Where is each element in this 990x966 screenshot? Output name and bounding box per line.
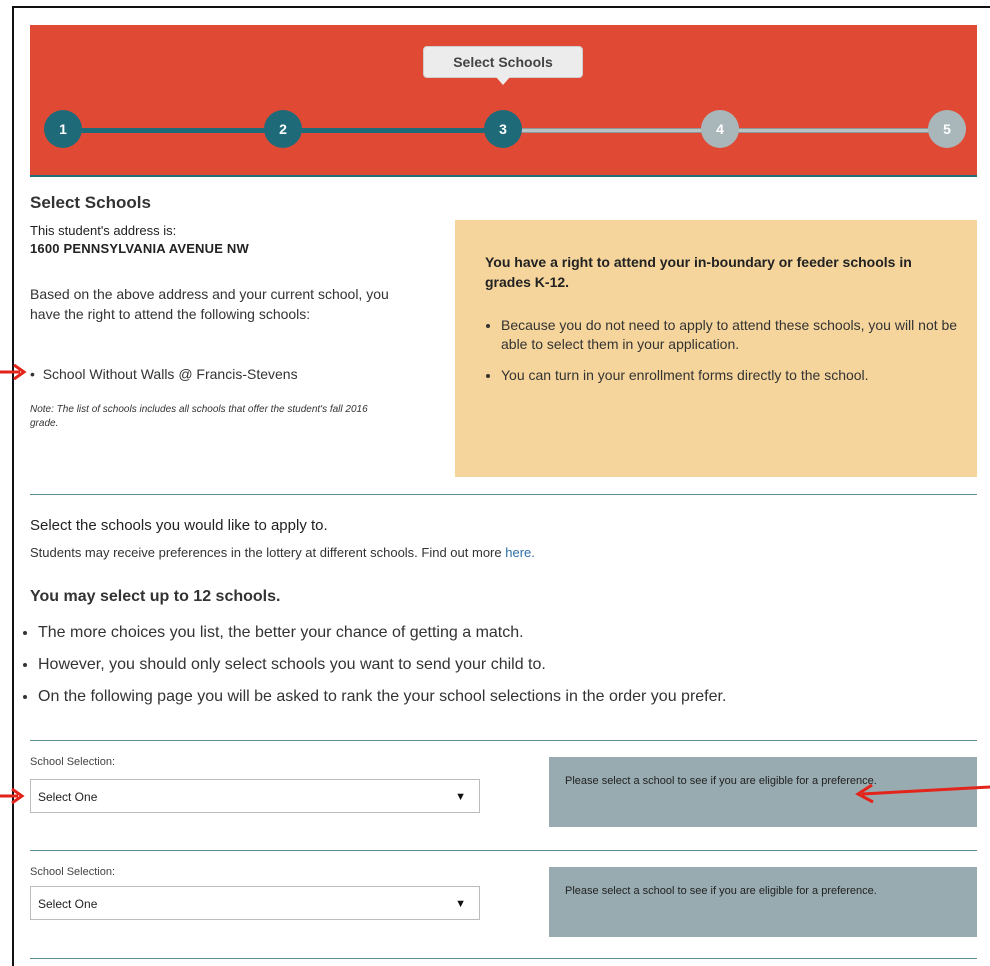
- in-boundary-school-item: • School Without Walls @ Francis-Stevens: [30, 366, 298, 382]
- school-list-note: Note: The list of schools includes all s…: [30, 404, 368, 429]
- rights-info-box: You have a right to attend your in-bound…: [455, 220, 977, 477]
- annotation-arrow-icon: [855, 783, 990, 804]
- preferences-info: Students may receive preferences in the …: [30, 545, 535, 560]
- rights-bullets: Because you do not need to apply to atte…: [481, 316, 961, 397]
- rights-bullet: Because you do not need to apply to atte…: [501, 316, 961, 354]
- school-selection-dropdown-2[interactable]: Select One ▼: [30, 886, 480, 920]
- dropdown-caret-icon: ▼: [455, 791, 466, 803]
- student-address: 1600 PENNSYLVANIA AVENUE NW: [30, 241, 249, 256]
- step-4: 4: [701, 110, 739, 148]
- annotation-arrow-icon: [0, 787, 25, 805]
- step-3[interactable]: 3: [484, 110, 522, 148]
- apply-title: Select the schools you would like to app…: [30, 517, 328, 534]
- preferences-text: Students may receive preferences in the …: [30, 545, 506, 560]
- selection-tips: The more choices you list, the better yo…: [18, 622, 990, 718]
- school-selection-label: School Selection:: [30, 756, 115, 768]
- section-divider: [30, 494, 977, 495]
- preferences-link[interactable]: here.: [505, 545, 535, 560]
- school-selection-dropdown-1[interactable]: Select One ▼: [30, 779, 480, 813]
- dropdown-caret-icon: ▼: [455, 898, 466, 910]
- section-divider: [30, 850, 977, 851]
- tip-item: On the following page you will be asked …: [38, 686, 990, 708]
- rights-bullet: You can turn in your enrollment forms di…: [501, 366, 961, 385]
- right-to-attend-text: Based on the above address and your curr…: [30, 286, 389, 322]
- address-label: This student's address is:: [30, 223, 177, 238]
- section-divider: [30, 958, 977, 959]
- section-title: Select Schools: [30, 193, 151, 212]
- dropdown-value: Select One: [38, 790, 98, 804]
- tip-item: The more choices you list, the better yo…: [38, 622, 990, 644]
- step-1[interactable]: 1: [44, 110, 82, 148]
- progress-header: Select Schools 1 2 3 4 5: [30, 25, 977, 177]
- current-step-tooltip: Select Schools: [423, 46, 583, 85]
- section-divider: [30, 740, 977, 741]
- tip-item: However, you should only select schools …: [38, 654, 990, 676]
- preference-eligibility-box-2: Please select a school to see if you are…: [549, 867, 977, 937]
- school-selection-label: School Selection:: [30, 866, 115, 878]
- annotation-arrow-icon: [0, 363, 27, 381]
- in-boundary-school-name: School Without Walls @ Francis-Stevens: [42, 366, 298, 382]
- step-2[interactable]: 2: [264, 110, 302, 148]
- bullet-icon: •: [30, 366, 43, 382]
- selection-limit-title: You may select up to 12 schools.: [30, 588, 281, 605]
- rights-title: You have a right to attend your in-bound…: [485, 254, 912, 290]
- step-5: 5: [928, 110, 966, 148]
- dropdown-value: Select One: [38, 897, 98, 911]
